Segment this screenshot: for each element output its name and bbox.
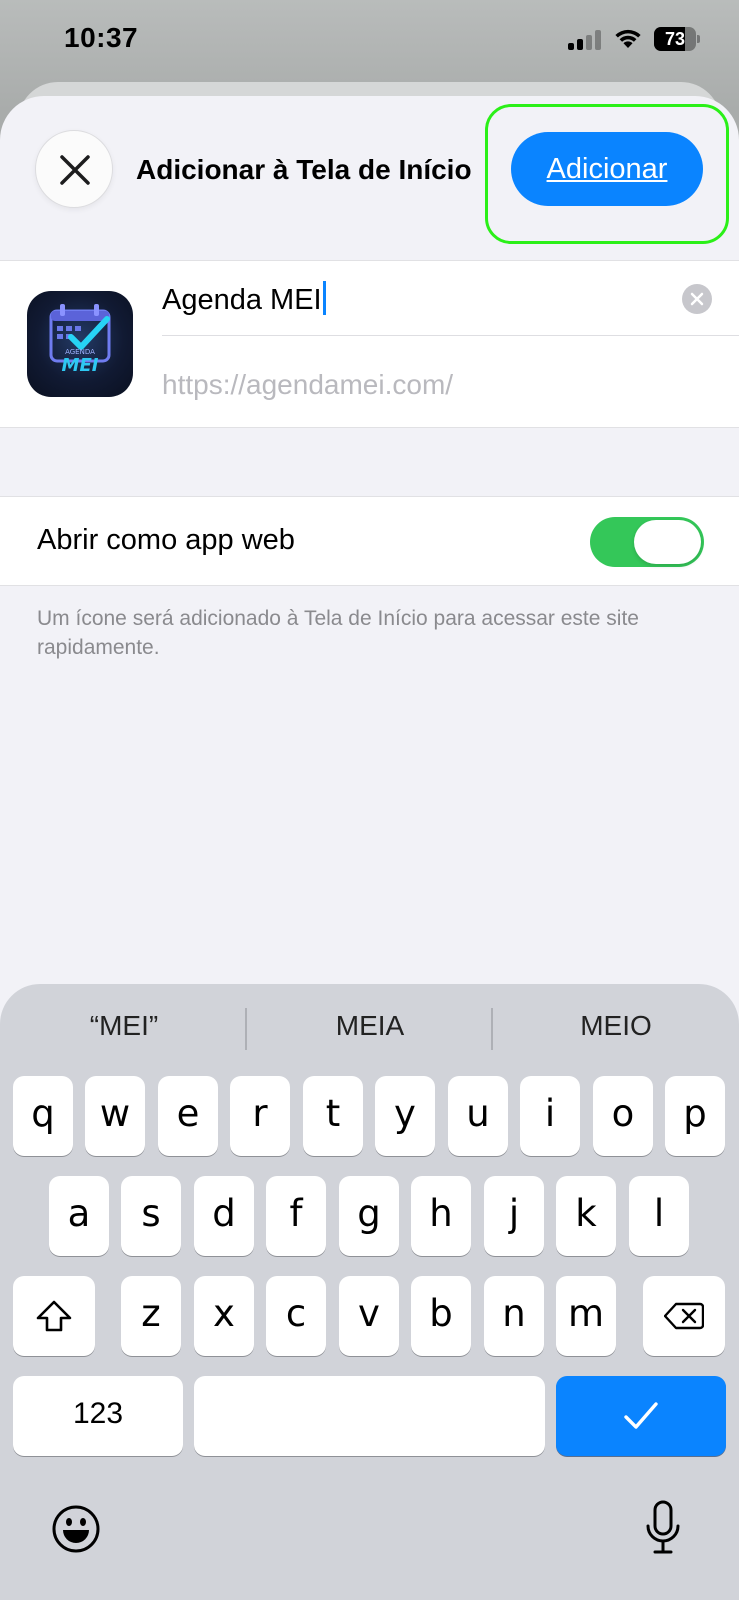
key-f[interactable]: f [266, 1176, 326, 1256]
suggestion-1[interactable]: “MEI” [2, 1010, 246, 1042]
done-key[interactable] [556, 1376, 726, 1456]
suggestion-divider [245, 1008, 247, 1050]
key-k[interactable]: k [556, 1176, 616, 1256]
wifi-icon [615, 29, 641, 48]
app-icon: AGENDA MEI [27, 291, 133, 397]
battery-percentage: 73 [664, 29, 686, 49]
suggestion-divider [491, 1008, 493, 1050]
key-m[interactable]: m [556, 1276, 616, 1356]
key-e[interactable]: e [158, 1076, 218, 1156]
key-j[interactable]: j [484, 1176, 544, 1256]
shift-key[interactable] [13, 1276, 95, 1356]
checkmark-icon [624, 1402, 658, 1429]
backspace-key[interactable] [643, 1276, 725, 1356]
key-i[interactable]: i [520, 1076, 580, 1156]
key-b[interactable]: b [411, 1276, 471, 1356]
key-q[interactable]: q [13, 1076, 73, 1156]
add-button[interactable]: Adicionar [511, 132, 703, 206]
key-s[interactable]: s [121, 1176, 181, 1256]
toggle-knob [634, 520, 701, 564]
svg-text:MEI: MEI [62, 355, 99, 376]
cellular-signal-icon [568, 28, 602, 50]
key-l[interactable]: l [629, 1176, 689, 1256]
clear-text-button[interactable] [682, 284, 712, 314]
keyboard: “MEI” MEIA MEIO q w e r t y u i o p a s … [0, 984, 739, 1600]
name-field-value: Agenda MEI [162, 284, 322, 316]
web-app-toggle[interactable] [590, 517, 704, 567]
clear-icon [690, 292, 704, 306]
key-a[interactable]: a [49, 1176, 109, 1256]
key-v[interactable]: v [339, 1276, 399, 1356]
key-u[interactable]: u [448, 1076, 508, 1156]
backspace-icon [664, 1302, 704, 1330]
key-o[interactable]: o [593, 1076, 653, 1156]
key-y[interactable]: y [375, 1076, 435, 1156]
emoji-icon[interactable] [51, 1504, 101, 1554]
url-field: https://agendamei.com/ [162, 369, 454, 400]
numbers-key[interactable]: 123 [13, 1376, 183, 1456]
microphone-icon[interactable] [645, 1500, 681, 1556]
sheet-title: Adicionar à Tela de Início [136, 154, 472, 185]
status-time: 10:37 [64, 22, 139, 53]
name-field[interactable]: Agenda MEI [162, 281, 326, 317]
key-c[interactable]: c [266, 1276, 326, 1356]
key-x[interactable]: x [194, 1276, 254, 1356]
status-bar: 10:37 73 [0, 0, 739, 82]
key-d[interactable]: d [194, 1176, 254, 1256]
suggestion-3[interactable]: MEIO [494, 1010, 738, 1042]
web-app-label: Abrir como app web [37, 524, 295, 556]
suggestion-2[interactable]: MEIA [248, 1010, 492, 1042]
footnote-text: Um ícone será adicionado à Tela de Iníci… [37, 607, 639, 659]
key-p[interactable]: p [665, 1076, 725, 1156]
key-h[interactable]: h [411, 1176, 471, 1256]
key-t[interactable]: t [303, 1076, 363, 1156]
field-divider [162, 335, 739, 336]
close-icon [60, 155, 90, 185]
key-w[interactable]: w [85, 1076, 145, 1156]
key-r[interactable]: r [230, 1076, 290, 1156]
text-cursor [322, 281, 326, 315]
shift-icon [36, 1300, 72, 1332]
key-n[interactable]: n [484, 1276, 544, 1356]
battery-icon: 73 [654, 27, 700, 51]
key-z[interactable]: z [121, 1276, 181, 1356]
web-app-setting-row: Abrir como app web [0, 496, 739, 586]
bookmark-details-card: AGENDA MEI Agenda MEI https://agendamei.… [0, 260, 739, 428]
close-button[interactable] [35, 130, 113, 208]
key-g[interactable]: g [339, 1176, 399, 1256]
space-key[interactable] [194, 1376, 545, 1456]
